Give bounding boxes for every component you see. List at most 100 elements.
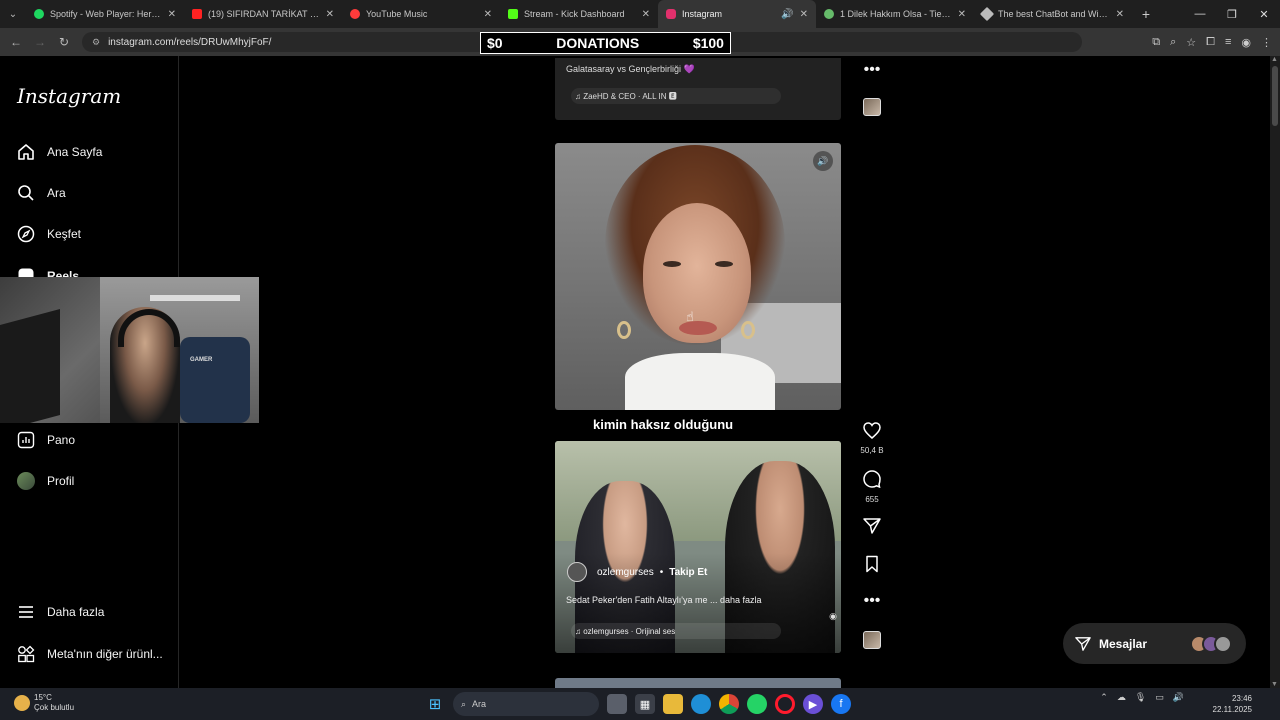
sidebar-item-profile[interactable]: Profil: [16, 471, 74, 491]
profile-icon[interactable]: ◉: [1241, 36, 1251, 49]
meta-apps-icon: [16, 644, 36, 664]
reel-music-label[interactable]: ♫ ZaeHD & CEO · ALL IN 🅴: [571, 88, 781, 104]
audio-thumbnail[interactable]: [863, 98, 881, 116]
zoom-icon[interactable]: ⌕: [1170, 36, 1176, 49]
onedrive-icon[interactable]: ☁: [1117, 692, 1126, 703]
media-player-icon[interactable]: ▶: [803, 694, 823, 714]
close-tab-icon[interactable]: ✕: [642, 9, 650, 20]
sidebar-item-dashboard[interactable]: Pano: [16, 430, 75, 450]
reel-previous[interactable]: Galatasaray vs Gençlerbirliği 💜 ♫ ZaeHD …: [555, 58, 841, 120]
url-text: instagram.com/reels/DRUwMhyjFoF/: [108, 36, 272, 48]
like-count: 50,4 B: [860, 446, 884, 455]
sidebar-item-search[interactable]: Ara: [16, 183, 66, 203]
taskbar-search[interactable]: ⌕ Ara: [453, 692, 599, 716]
messages-button[interactable]: Mesajlar: [1063, 623, 1246, 664]
sidebar-item-label: Keşfet: [47, 227, 82, 241]
clock-date: 22.11.2025: [1212, 705, 1252, 714]
author-avatar[interactable]: [567, 562, 587, 582]
scroll-down-icon[interactable]: ▼: [1271, 681, 1278, 688]
windows-start-icon[interactable]: ⊞: [425, 694, 445, 714]
minimize-icon[interactable]: —: [1184, 0, 1216, 28]
comment-button[interactable]: 655: [860, 470, 884, 504]
youtube-music-favicon-icon: [350, 9, 360, 19]
edge-icon[interactable]: [691, 694, 711, 714]
task-view-icon[interactable]: [607, 694, 627, 714]
microphone-icon[interactable]: 🎙: [1135, 692, 1146, 703]
reel-upcoming[interactable]: [555, 678, 841, 688]
sidebar-item-more[interactable]: Daha fazla: [16, 602, 104, 622]
new-tab-button[interactable]: +: [1132, 6, 1160, 22]
network-icon[interactable]: ▭: [1155, 692, 1164, 703]
tab-chatbot[interactable]: The best ChatBot and Widgets ✕: [974, 0, 1132, 28]
profile-avatar-icon: [16, 471, 36, 491]
comment-icon: [863, 470, 881, 489]
file-explorer-icon[interactable]: [663, 694, 683, 714]
tray-overflow-icon[interactable]: ⌃: [1100, 692, 1108, 703]
save-button[interactable]: [860, 555, 884, 578]
instagram-logo[interactable]: Instagram: [17, 84, 121, 108]
more-options-icon[interactable]: •••: [860, 592, 884, 610]
tab-title: The best ChatBot and Widgets: [998, 9, 1110, 19]
follow-button[interactable]: Takip Et: [669, 567, 707, 578]
more-options-icon[interactable]: •••: [860, 61, 884, 79]
maximize-icon[interactable]: ❐: [1216, 0, 1248, 28]
close-tab-icon[interactable]: ✕: [958, 9, 966, 20]
sidebar-item-home[interactable]: Ana Sayfa: [16, 142, 102, 162]
back-icon[interactable]: ←: [4, 35, 28, 49]
close-tab-icon[interactable]: ✕: [168, 9, 176, 20]
extensions-icon[interactable]: ⧠: [1206, 36, 1215, 49]
opera-icon[interactable]: [775, 694, 795, 714]
chair-badge: GAMER: [190, 357, 213, 363]
audio-thumbnail[interactable]: [863, 631, 881, 649]
sidebar-item-meta[interactable]: Meta'nın diğer ürünl...: [16, 644, 163, 664]
tab-kick[interactable]: Stream - Kick Dashboard ✕: [500, 0, 658, 28]
sidebar-item-label: Meta'nın diğer ürünl...: [47, 647, 163, 661]
reel-music-label[interactable]: ♫ ozlemgurses · Orijinal ses: [571, 623, 781, 639]
volume-icon[interactable]: 🔊: [1173, 692, 1184, 703]
close-tab-icon[interactable]: ✕: [484, 9, 492, 20]
store-icon[interactable]: ▦: [635, 694, 655, 714]
facebook-icon[interactable]: f: [831, 694, 851, 714]
tab-instagram[interactable]: Instagram 🔊 ✕: [658, 0, 816, 28]
tab-search-icon[interactable]: ⌄: [0, 0, 26, 28]
bookmark-star-icon[interactable]: ☆: [1186, 36, 1196, 49]
donation-min: $0: [487, 35, 503, 51]
menu-kebab-icon[interactable]: ⋮: [1261, 36, 1272, 49]
bookmark-icon: [866, 555, 878, 573]
tab-tierlist[interactable]: 1 Dilek Hakkım Olsa - Tier List ✕: [816, 0, 974, 28]
forward-icon[interactable]: →: [28, 35, 52, 49]
sidebar-item-explore[interactable]: Keşfet: [16, 224, 81, 244]
reel-caption[interactable]: Sedat Peker'den Fatih Altaylı'ya me ... …: [566, 595, 762, 605]
page-scrollbar[interactable]: ▲ ▼: [1270, 56, 1280, 688]
site-info-icon[interactable]: ⚙: [92, 37, 100, 48]
system-tray: ⌃ ☁ 🎙 ▭ 🔊: [1100, 692, 1184, 703]
share-button[interactable]: [860, 517, 884, 540]
tab-youtube[interactable]: (19) SIFIRDAN TARİKAT KURDU ✕: [184, 0, 342, 28]
scrollbar-thumb[interactable]: [1272, 66, 1278, 126]
video-subtitle: kimin haksız olduğunu: [593, 417, 734, 432]
reel-next-video[interactable]: ozlemgurses • Takip Et Sedat Peker'den F…: [555, 441, 841, 653]
tab-youtube-music[interactable]: YouTube Music ✕: [342, 0, 500, 28]
chatbot-favicon-icon: [979, 6, 995, 22]
sound-toggle-icon[interactable]: 🔊: [813, 151, 833, 171]
tab-title: Stream - Kick Dashboard: [524, 9, 625, 19]
media-queue-icon[interactable]: ≡: [1225, 36, 1231, 48]
whatsapp-icon[interactable]: [747, 694, 767, 714]
reload-icon[interactable]: ↻: [52, 35, 76, 49]
close-tab-icon[interactable]: ✕: [800, 9, 808, 20]
scroll-up-icon[interactable]: ▲: [1271, 56, 1278, 63]
install-app-icon[interactable]: ⧉: [1152, 36, 1160, 49]
sidebar-item-label: Pano: [47, 433, 76, 447]
donation-label: DONATIONS: [556, 35, 640, 51]
close-window-icon[interactable]: ✕: [1248, 0, 1280, 28]
close-tab-icon[interactable]: ✕: [1116, 9, 1124, 20]
tab-spotify[interactable]: Spotify - Web Player: Herkes iç ✕: [26, 0, 184, 28]
reel-current-video[interactable]: 🔊: [555, 143, 841, 410]
chrome-icon[interactable]: [719, 694, 739, 714]
tab-audio-icon[interactable]: 🔊: [781, 9, 793, 20]
like-button[interactable]: 50,4 B: [860, 422, 884, 455]
author-username[interactable]: ozlemgurses: [597, 567, 654, 578]
system-clock[interactable]: 23:46 22.11.2025: [1213, 693, 1252, 715]
weather-widget[interactable]: 15°C Çok bulutlu: [14, 693, 74, 713]
close-tab-icon[interactable]: ✕: [326, 9, 334, 20]
